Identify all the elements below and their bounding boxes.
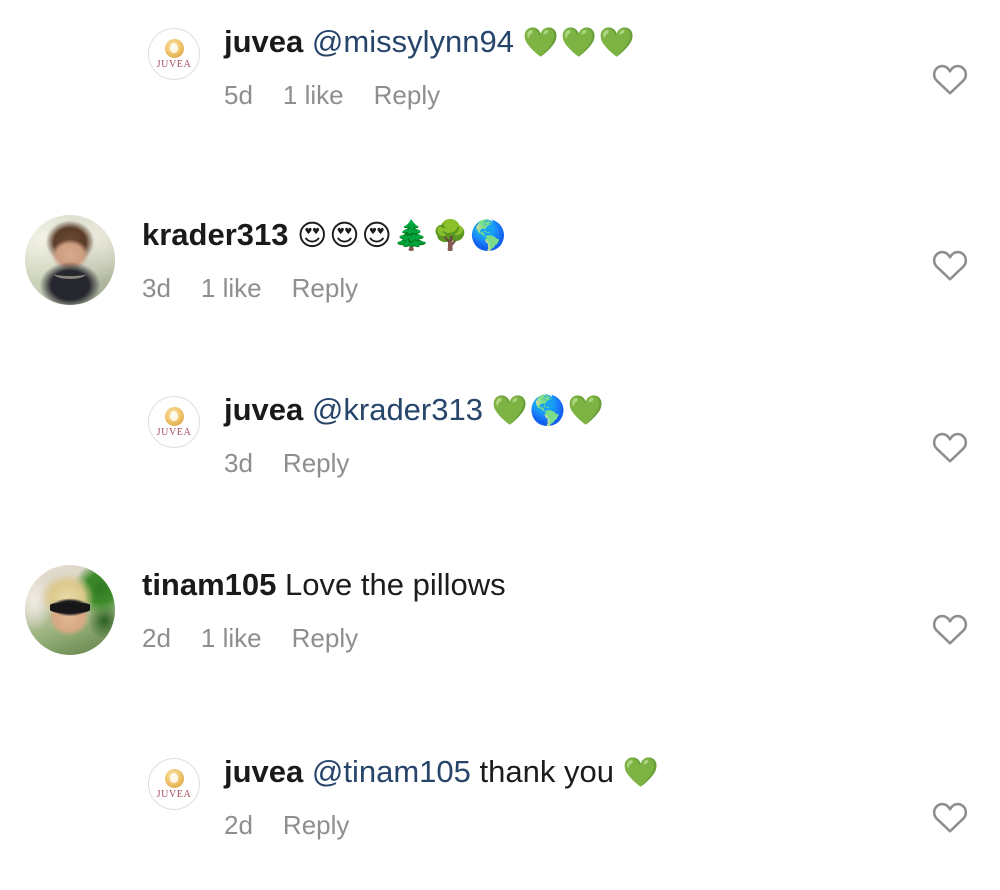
comment-reply-button[interactable]: Reply	[283, 448, 349, 478]
tinam105-avatar[interactable]	[25, 565, 115, 655]
juvea-avatar[interactable]: JUVEA	[148, 758, 200, 810]
heart-outline-icon[interactable]	[932, 248, 968, 282]
comment-body: tinam105 Love the pillows 2d 1 like Reply	[142, 565, 902, 653]
comment-meta-row: 5d 1 like Reply	[224, 80, 904, 110]
comment-reply-button[interactable]: Reply	[283, 810, 349, 840]
comment-emoji: 💚🌎💚	[491, 393, 606, 427]
comment-row: tinam105 Love the pillows 2d 1 like Reply	[0, 565, 1000, 655]
comment-like-count[interactable]: 1 like	[283, 80, 344, 110]
comment-timestamp: 3d	[142, 273, 171, 303]
comment-reply-button[interactable]: Reply	[292, 273, 358, 303]
juvea-emblem-icon	[164, 38, 184, 58]
comment-mention-link[interactable]: @missylynn94	[312, 24, 514, 59]
comment-body: krader313 😍😍😍🌲🌳🌎 3d 1 like Reply	[142, 215, 902, 303]
comment-line: juvea @missylynn94 💚💚💚	[224, 22, 904, 62]
comment-reply-button[interactable]: Reply	[292, 623, 358, 653]
heart-outline-icon[interactable]	[932, 62, 968, 96]
comments-list: JUVEA juvea @missylynn94 💚💚💚 5d 1 like Reply…	[0, 0, 1000, 890]
juvea-wordmark: JUVEA	[156, 426, 192, 438]
comment-meta-row: 2d 1 like Reply	[142, 623, 902, 653]
avatar-photo	[25, 565, 115, 655]
comment-timestamp: 2d	[142, 623, 171, 653]
heart-outline-icon[interactable]	[932, 800, 968, 834]
comment-like-count[interactable]: 1 like	[201, 273, 262, 303]
comment-body: juvea @missylynn94 💚💚💚 5d 1 like Reply	[224, 22, 904, 110]
comment-body: juvea @tinam105 thank you 💚 2d Reply	[224, 752, 904, 840]
comment-timestamp: 2d	[224, 810, 253, 840]
avatar-photo	[25, 215, 115, 305]
juvea-emblem-icon	[164, 768, 184, 788]
krader313-avatar[interactable]	[25, 215, 115, 305]
comment-emoji: 💚	[622, 755, 661, 789]
comment-meta-row: 2d Reply	[224, 810, 904, 840]
comment-text: thank you	[479, 754, 614, 789]
comment-username[interactable]: juvea	[224, 392, 303, 427]
comment-meta-row: 3d Reply	[224, 448, 904, 478]
comment-reply-button[interactable]: Reply	[374, 80, 440, 110]
comment-row: krader313 😍😍😍🌲🌳🌎 3d 1 like Reply	[0, 215, 1000, 305]
heart-outline-icon[interactable]	[932, 612, 968, 646]
juvea-wordmark: JUVEA	[156, 58, 192, 70]
comment-timestamp: 3d	[224, 448, 253, 478]
comment-line: tinam105 Love the pillows	[142, 565, 902, 605]
comment-mention-link[interactable]: @krader313	[312, 392, 483, 427]
comment-username[interactable]: juvea	[224, 754, 303, 789]
juvea-avatar[interactable]: JUVEA	[148, 396, 200, 448]
juvea-avatar[interactable]: JUVEA	[148, 28, 200, 80]
comment-mention-link[interactable]: @tinam105	[312, 754, 471, 789]
comment-timestamp: 5d	[224, 80, 253, 110]
comment-line: juvea @tinam105 thank you 💚	[224, 752, 904, 792]
comment-line: juvea @krader313 💚🌎💚	[224, 390, 904, 430]
comment-like-count[interactable]: 1 like	[201, 623, 262, 653]
comment-emoji: 😍😍😍🌲🌳🌎	[297, 218, 509, 252]
comment-username[interactable]: juvea	[224, 24, 303, 59]
juvea-wordmark: JUVEA	[156, 788, 192, 800]
comment-username[interactable]: krader313	[142, 217, 289, 252]
heart-outline-icon[interactable]	[932, 430, 968, 464]
comment-emoji: 💚💚💚	[522, 25, 637, 59]
juvea-emblem-icon	[164, 406, 184, 426]
comment-line: krader313 😍😍😍🌲🌳🌎	[142, 215, 902, 255]
comment-text: Love the pillows	[285, 567, 506, 602]
comment-body: juvea @krader313 💚🌎💚 3d Reply	[224, 390, 904, 478]
comment-username[interactable]: tinam105	[142, 567, 276, 602]
comment-meta-row: 3d 1 like Reply	[142, 273, 902, 303]
